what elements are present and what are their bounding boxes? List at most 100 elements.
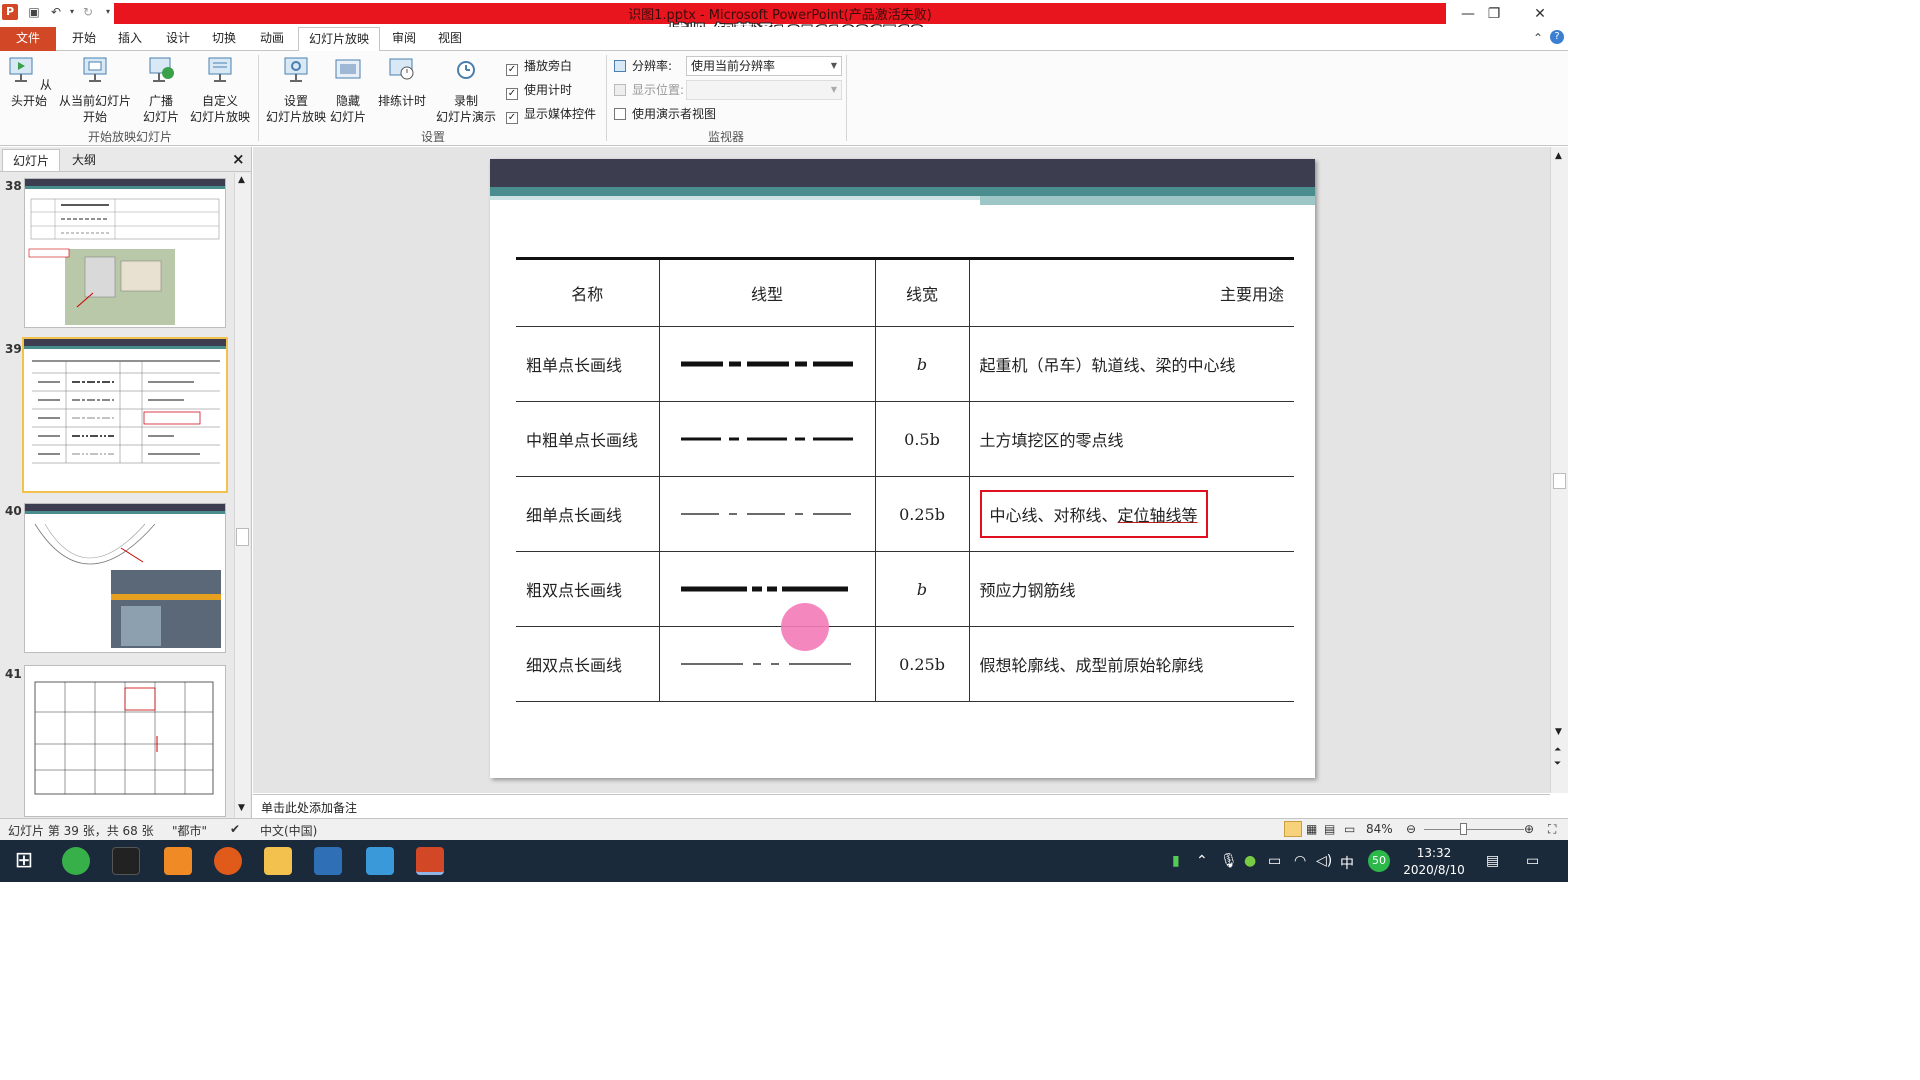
previous-slide-icon[interactable]: ⏶	[1554, 745, 1561, 755]
tab-animations[interactable]: 动画	[250, 27, 294, 51]
line-sample	[659, 626, 876, 702]
highlight-box: 中心线、对称线、定位轴线等	[979, 490, 1208, 538]
slides-panel-scrollbar[interactable]: ▲ ▼	[234, 173, 250, 818]
close-panel-icon[interactable]: ×	[232, 150, 245, 168]
restore-icon[interactable]: ❐	[1482, 4, 1506, 24]
setup-slideshow-button[interactable]: 设置 幻灯片放映	[264, 55, 328, 125]
resolution-dropdown[interactable]: 使用当前分辨率 ▼	[686, 56, 842, 76]
pdf-tool-icon[interactable]	[164, 847, 192, 875]
minimize-icon[interactable]: —	[1456, 4, 1480, 24]
minimize-ribbon-icon[interactable]: ⌃	[1530, 30, 1546, 46]
table-header-row: 名称 线型 线宽 主要用途	[516, 257, 1294, 327]
security-icon[interactable]: ●	[1244, 853, 1256, 869]
tab-slideshow[interactable]: 幻灯片放映	[298, 27, 381, 52]
tab-outline[interactable]: 大纲	[62, 149, 106, 171]
notes-pane[interactable]: 单击此处添加备注	[253, 794, 1550, 818]
play-narrations-checkbox[interactable]: ✓ 播放旁白	[506, 57, 572, 76]
thumb-header	[25, 179, 225, 189]
from-beginning-button[interactable]: 从头开始	[4, 55, 54, 109]
ime-indicator[interactable]: 中	[1340, 853, 1354, 873]
help-icon[interactable]: ?	[1550, 30, 1564, 44]
cad-app-icon[interactable]	[314, 847, 342, 875]
zoom-out-icon[interactable]: ⊖	[1406, 822, 1416, 836]
scroll-down-icon[interactable]: ▼	[1555, 727, 1562, 737]
photos-icon[interactable]	[366, 847, 394, 875]
badge-icon[interactable]: 50	[1368, 850, 1390, 872]
tab-insert[interactable]: 插入	[108, 27, 152, 51]
from-current-button[interactable]: 从当前幻灯片 开始	[58, 55, 132, 125]
clock-date: 2020/8/10	[1403, 863, 1465, 877]
chevron-down-icon: ▼	[830, 85, 837, 94]
redo-icon[interactable]: ↻	[80, 4, 96, 20]
system-clock[interactable]: 13:32 2020/8/10	[1398, 845, 1470, 879]
powerpoint-taskbar-icon[interactable]	[416, 847, 444, 875]
undo-icon[interactable]: ↶	[48, 4, 64, 20]
record-slideshow-button[interactable]: 录制 幻灯片演示	[430, 55, 502, 125]
normal-view-icon[interactable]	[1284, 821, 1302, 837]
chat-app-icon[interactable]	[214, 847, 242, 875]
tab-home[interactable]: 开始	[62, 27, 106, 51]
close-icon[interactable]: ✕	[1528, 4, 1552, 24]
fit-to-window-icon[interactable]: ⛶	[1548, 822, 1556, 837]
presenter-view-checkbox[interactable]: 使用演示者视图	[614, 105, 716, 123]
show-hidden-icons[interactable]: ⌃	[1196, 853, 1208, 869]
recorder-icon[interactable]	[112, 847, 140, 875]
language-indicator[interactable]: 中文(中国)	[260, 822, 317, 839]
slide-thumbnail-38[interactable]	[24, 178, 226, 328]
slide-thumbnail-40[interactable]	[24, 503, 226, 653]
tab-file[interactable]: 文件	[0, 27, 56, 51]
scroll-thumb[interactable]	[1553, 473, 1566, 489]
hide-slide-button[interactable]: 隐藏 幻灯片	[330, 55, 366, 125]
scroll-up-icon[interactable]: ▲	[238, 175, 245, 185]
tab-design[interactable]: 设计	[156, 27, 200, 51]
row-use: 土方填挖区的零点线	[969, 401, 1294, 477]
scroll-up-icon[interactable]: ▲	[1555, 151, 1562, 161]
wifi-icon[interactable]: ◠	[1294, 853, 1306, 869]
show-on-dropdown[interactable]: ▼	[686, 80, 842, 100]
slide-thumbnail-41[interactable]	[24, 665, 226, 817]
row-name: 细单点长画线	[516, 476, 660, 552]
zoom-in-icon[interactable]: ⊕	[1524, 822, 1534, 836]
next-slide-icon[interactable]: ⏷	[1554, 759, 1561, 769]
rehearse-timings-button[interactable]: 排练计时	[376, 55, 428, 109]
zoom-level[interactable]: 84%	[1366, 822, 1393, 836]
action-center-icon[interactable]: ▭	[1526, 853, 1539, 869]
tab-transitions[interactable]: 切换	[202, 27, 246, 51]
hide-slide-icon	[335, 59, 361, 79]
microphone-icon[interactable]: 🎙	[1220, 853, 1238, 869]
use-timings-checkbox[interactable]: ✓ 使用计时	[506, 81, 572, 100]
show-media-controls-checkbox[interactable]: ✓ 显示媒体控件	[506, 105, 596, 124]
thick-double-dash-line	[681, 586, 853, 592]
slide-sorter-icon[interactable]: ▦	[1306, 822, 1317, 836]
battery-icon[interactable]: ▭	[1268, 853, 1281, 869]
tab-slides[interactable]: 幻灯片	[2, 149, 61, 171]
spellcheck-icon[interactable]: ✔	[230, 822, 240, 836]
tab-view[interactable]: 视图	[428, 27, 472, 51]
reading-view-icon[interactable]: ▤	[1324, 822, 1335, 836]
volume-icon[interactable]: ◁)	[1316, 853, 1332, 869]
custom-slideshow-button[interactable]: 自定义 幻灯片放映	[184, 55, 256, 125]
browser-icon[interactable]	[62, 847, 90, 875]
taskbar: ⊞ ▮ ⌃ 🎙 ● ▭ ◠ ◁) 中 50 ▤ ▭	[0, 840, 1568, 882]
zoom-slider-thumb[interactable]	[1460, 823, 1467, 835]
save-icon[interactable]: ▣	[26, 4, 42, 20]
slide-scrollbar[interactable]: ▲ ▼ ⏶ ⏷	[1550, 147, 1568, 793]
hide-slide-label-2: 幻灯片	[330, 110, 367, 124]
slide-thumbnail-39[interactable]	[22, 337, 228, 493]
battery-saver-icon[interactable]: ▮	[1172, 853, 1180, 869]
notes-icon[interactable]: ▤	[1486, 853, 1499, 869]
slideshow-view-icon[interactable]: ▭	[1344, 822, 1355, 836]
header-main-use: 主要用途	[969, 257, 1294, 327]
tab-review[interactable]: 审阅	[382, 27, 426, 51]
table-row: 细单点长画线 0.25b 中心线、对称线、定位轴线等	[516, 476, 1294, 552]
powerpoint-logo-icon: P	[2, 4, 18, 20]
zoom-slider-track[interactable]	[1424, 829, 1524, 830]
line-sample	[659, 401, 876, 477]
windows-start-icon[interactable]: ⊞	[10, 847, 38, 875]
slide-canvas[interactable]: 名称 线型 线宽 主要用途 粗单点长画线 b 起重机（吊车）轨道线、梁的中心线 …	[490, 159, 1315, 778]
file-explorer-icon[interactable]	[264, 847, 292, 875]
scroll-thumb[interactable]	[236, 528, 249, 546]
undo-dropdown-icon[interactable]: ▾	[64, 4, 80, 20]
broadcast-button[interactable]: 广播 幻灯片	[140, 55, 182, 125]
scroll-down-icon[interactable]: ▼	[238, 803, 245, 813]
